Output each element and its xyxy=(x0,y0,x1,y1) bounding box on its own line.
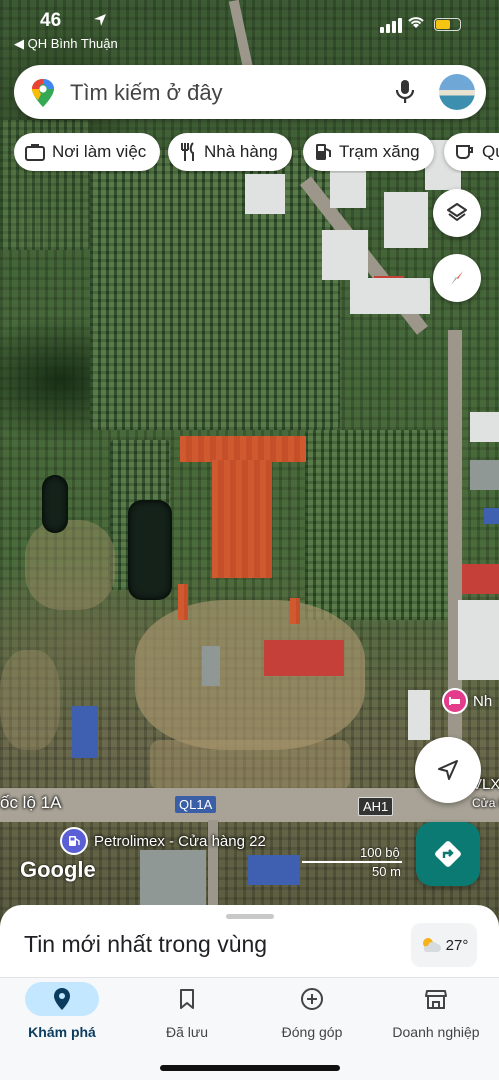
house-roof xyxy=(72,706,98,758)
petrolimex-label: Petrolimex - Cửa hàng 22 xyxy=(94,832,266,850)
hotel-label: Nh xyxy=(473,692,493,710)
bare-ground xyxy=(25,520,115,610)
chip-restaurants[interactable]: Nhà hàng xyxy=(168,133,292,171)
status-bar: 46 ◀ QH Bình Thuận xyxy=(0,0,499,56)
road-name-label: ốc lộ 1A xyxy=(0,793,62,812)
hotel-poi[interactable]: Nh xyxy=(442,688,492,714)
compass-icon xyxy=(451,271,463,285)
road-shield-ah1: AH1 xyxy=(358,797,394,816)
storefront-icon xyxy=(399,982,473,1016)
explore-pin-icon xyxy=(25,982,99,1016)
nav-label: Khám phá xyxy=(28,1024,96,1040)
partly-cloudy-icon xyxy=(422,938,441,952)
chip-label: Nhà hàng xyxy=(204,142,278,161)
google-logo: Google xyxy=(20,857,96,882)
gas-station-icon xyxy=(316,144,331,160)
chip-workplace[interactable]: Nơi làm việc xyxy=(14,133,161,171)
house-roof xyxy=(408,690,430,740)
search-input[interactable]: Tìm kiếm ở đây xyxy=(70,80,223,106)
profile-avatar[interactable] xyxy=(439,74,475,110)
nav-label: Doanh nghiệp xyxy=(392,1024,480,1040)
weather-chip[interactable]: 27° xyxy=(411,923,477,967)
factory-roof xyxy=(290,598,300,624)
map-scale: 100 bộ 50 m xyxy=(302,845,412,879)
house-roof xyxy=(202,646,220,686)
house-roof xyxy=(462,564,499,594)
chip-gas-stations[interactable]: Trạm xăng xyxy=(303,133,434,171)
home-indicator[interactable] xyxy=(160,1065,340,1071)
side-road xyxy=(448,330,462,790)
bottom-sheet[interactable]: Tin mới nhất trong vùng 27° xyxy=(0,905,499,977)
house-roof xyxy=(245,174,285,214)
house-roof xyxy=(350,278,430,314)
house-roof xyxy=(470,412,499,442)
compass-button[interactable] xyxy=(433,254,481,302)
coffee-icon xyxy=(456,145,473,159)
house-roof xyxy=(330,170,366,208)
layers-button[interactable] xyxy=(433,189,481,237)
directions-icon xyxy=(435,841,461,867)
plantation-field xyxy=(305,430,450,620)
bare-ground xyxy=(0,650,60,750)
status-time: 46 xyxy=(40,10,62,31)
petrolimex-poi[interactable]: Petrolimex - Cửa hàng 22 xyxy=(60,827,266,855)
sheet-title: Tin mới nhất trong vùng xyxy=(24,931,268,957)
back-to-app-link[interactable]: ◀ QH Bình Thuận xyxy=(14,36,118,52)
sheet-drag-handle[interactable] xyxy=(226,914,274,919)
directions-button[interactable] xyxy=(416,822,480,886)
house-roof xyxy=(458,600,499,680)
scale-feet-label: 100 bộ xyxy=(360,845,400,860)
house-roof xyxy=(470,460,499,490)
house-roof xyxy=(264,640,344,676)
navigation-arrow-icon xyxy=(438,760,458,780)
wifi-icon xyxy=(406,14,426,35)
gas-station-pin-icon xyxy=(60,827,88,855)
house-roof xyxy=(322,230,368,280)
plantation-field xyxy=(90,150,340,430)
house-roof xyxy=(484,508,499,524)
factory-roof xyxy=(180,436,306,462)
hotel-icon xyxy=(442,688,468,714)
chip-label: Qu xyxy=(482,142,499,161)
google-maps-pin-icon xyxy=(30,78,56,113)
nav-label: Đóng góp xyxy=(281,1024,343,1040)
mic-icon[interactable] xyxy=(394,78,416,111)
add-circle-icon xyxy=(275,982,349,1016)
pond xyxy=(42,475,68,533)
weather-temp: 27° xyxy=(445,936,469,954)
bare-ground xyxy=(150,740,350,790)
location-arrow-icon xyxy=(92,12,108,33)
factory-roof xyxy=(178,584,188,620)
briefcase-icon xyxy=(25,144,45,161)
scale-meters-label: 50 m xyxy=(372,864,401,879)
scale-bar xyxy=(302,861,402,863)
nav-business[interactable]: Doanh nghiệp xyxy=(376,982,496,1040)
pond xyxy=(128,500,172,600)
road-shield-ql1a: QL1A xyxy=(175,796,217,813)
restaurant-icon xyxy=(181,142,194,161)
nav-saved[interactable]: Đã lưu xyxy=(127,982,247,1040)
house-roof xyxy=(140,850,206,905)
nav-contribute[interactable]: Đóng góp xyxy=(252,982,372,1040)
chip-label: Nơi làm việc xyxy=(52,142,147,161)
category-chips: Nơi làm việc Nhà hàng Trạm xăng Qu xyxy=(14,133,499,173)
bookmark-icon xyxy=(150,982,224,1016)
layers-icon xyxy=(447,203,467,221)
place-label-cua: Cửa h xyxy=(472,796,499,810)
chip-label: Trạm xăng xyxy=(339,142,420,161)
nav-label: Đã lưu xyxy=(165,1024,209,1040)
battery-icon xyxy=(434,18,461,31)
search-bar[interactable]: Tìm kiếm ở đây xyxy=(14,65,486,119)
house-roof xyxy=(384,192,428,248)
house-roof xyxy=(248,855,300,885)
signal-icon xyxy=(380,18,402,33)
my-location-button[interactable] xyxy=(415,737,481,803)
chip-cafes[interactable]: Qu xyxy=(444,133,499,171)
nav-explore[interactable]: Khám phá xyxy=(2,982,122,1040)
factory-roof xyxy=(212,460,272,578)
